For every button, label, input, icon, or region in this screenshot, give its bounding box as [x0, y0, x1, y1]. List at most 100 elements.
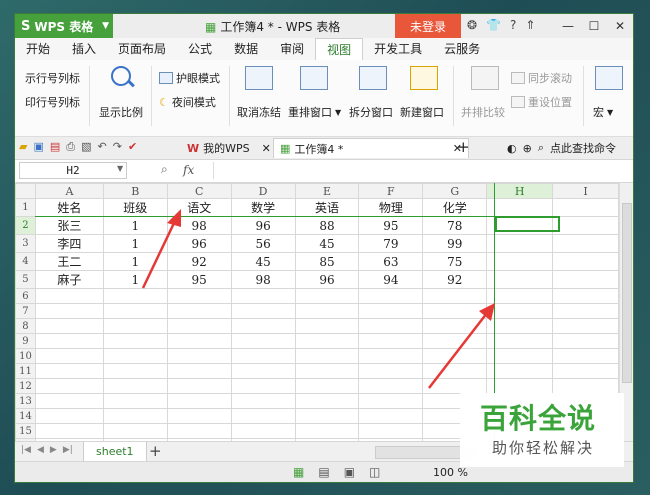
reset-position-button[interactable]: 重设位置 — [511, 94, 572, 110]
cell[interactable] — [294, 423, 360, 439]
pdf-icon[interactable]: ▤ — [50, 140, 60, 154]
cell[interactable] — [102, 333, 168, 349]
split-button[interactable]: 拆分窗口 — [349, 64, 395, 124]
cell[interactable]: 1 — [102, 252, 168, 271]
cell[interactable] — [552, 318, 619, 334]
menu-page-layout[interactable]: 页面布局 — [107, 38, 177, 60]
cell[interactable] — [166, 378, 232, 394]
cell[interactable] — [102, 348, 168, 364]
cell[interactable] — [34, 423, 104, 439]
scroll-thumb[interactable] — [622, 203, 632, 383]
cell[interactable] — [486, 378, 554, 394]
menu-data[interactable]: 数据 — [223, 38, 269, 60]
name-box[interactable]: H2 — [19, 162, 127, 179]
row-header[interactable]: 14 — [15, 408, 36, 424]
menu-formula[interactable]: 公式 — [177, 38, 223, 60]
login-button[interactable]: 未登录 — [395, 14, 461, 38]
cell[interactable]: 物理 — [358, 198, 424, 217]
cell[interactable] — [552, 252, 619, 271]
new-window-button[interactable]: 新建窗口 — [400, 64, 446, 124]
row-header[interactable]: 1 — [15, 198, 36, 217]
cell[interactable] — [294, 378, 360, 394]
cell[interactable] — [552, 198, 619, 217]
cell[interactable] — [230, 423, 296, 439]
app-menu-button[interactable]: S WPS 表格 ▼ — [15, 14, 113, 38]
add-sheet-icon[interactable]: + — [149, 442, 162, 460]
cell[interactable] — [166, 348, 232, 364]
cell[interactable] — [358, 363, 424, 379]
cell[interactable] — [166, 423, 232, 439]
row-header[interactable]: 6 — [15, 288, 36, 304]
cell[interactable]: 85 — [294, 252, 360, 271]
cell[interactable] — [358, 378, 424, 394]
tab-document[interactable]: ▦ 工作簿4 * ✕ — [273, 138, 469, 158]
cell[interactable] — [294, 393, 360, 409]
first-sheet-icon[interactable]: |◀ — [21, 445, 31, 455]
menu-review[interactable]: 审阅 — [269, 38, 315, 60]
cell[interactable] — [102, 363, 168, 379]
cell[interactable] — [552, 333, 619, 349]
cell[interactable] — [358, 288, 424, 304]
cell[interactable] — [102, 423, 168, 439]
next-sheet-icon[interactable]: ▶ — [50, 445, 57, 455]
cell[interactable] — [358, 303, 424, 319]
customize-icon[interactable]: ✔ — [128, 140, 137, 154]
unfreeze-button[interactable]: 取消冻结 — [237, 64, 283, 124]
cell[interactable]: 75 — [422, 252, 488, 271]
cell[interactable] — [230, 393, 296, 409]
column-header[interactable]: D — [230, 183, 296, 199]
cell[interactable] — [486, 303, 554, 319]
cell[interactable] — [166, 288, 232, 304]
selected-cell-h2[interactable] — [495, 216, 560, 232]
cell[interactable] — [34, 348, 104, 364]
cell[interactable]: 92 — [166, 252, 232, 271]
cell[interactable] — [230, 318, 296, 334]
column-header[interactable]: A — [34, 183, 104, 199]
row-header[interactable]: 13 — [15, 393, 36, 409]
cell[interactable] — [552, 363, 619, 379]
close-icon[interactable]: ✕ — [607, 14, 633, 38]
row-header[interactable]: 9 — [15, 333, 36, 349]
cell[interactable] — [486, 270, 554, 289]
cell[interactable] — [486, 252, 554, 271]
undo-icon[interactable]: ↶ — [98, 140, 107, 154]
cell[interactable] — [422, 288, 488, 304]
cell[interactable]: 78 — [422, 216, 488, 235]
row-header[interactable]: 4 — [15, 252, 36, 271]
zoom-formula-icon[interactable]: ⌕ — [161, 162, 168, 177]
search-icon[interactable]: ⌕ — [538, 141, 544, 155]
cell[interactable] — [102, 288, 168, 304]
column-header-selected[interactable]: H — [486, 183, 554, 199]
cell[interactable] — [358, 333, 424, 349]
row-header[interactable]: 11 — [15, 363, 36, 379]
cell[interactable] — [102, 318, 168, 334]
settings-icon[interactable]: ◐ — [507, 142, 517, 155]
menu-developer[interactable]: 开发工具 — [363, 38, 433, 60]
cell[interactable]: 化学 — [422, 198, 488, 217]
cell[interactable]: 92 — [422, 270, 488, 289]
cell[interactable] — [358, 318, 424, 334]
cell[interactable]: 班级 — [102, 198, 168, 217]
menu-view[interactable]: 视图 — [315, 38, 364, 60]
cell[interactable] — [486, 333, 554, 349]
cell[interactable] — [230, 378, 296, 394]
cell[interactable]: 96 — [166, 234, 232, 253]
cell[interactable]: 98 — [166, 216, 232, 235]
cell[interactable]: 语文 — [166, 198, 232, 217]
cell[interactable]: 1 — [102, 270, 168, 289]
row-header[interactable]: 3 — [15, 234, 36, 253]
cell[interactable] — [358, 423, 424, 439]
sync-scroll-button[interactable]: 同步滚动 — [511, 70, 572, 86]
column-header[interactable]: G — [422, 183, 488, 199]
cell[interactable]: 1 — [102, 234, 168, 253]
column-header[interactable]: E — [294, 183, 360, 199]
last-sheet-icon[interactable]: ▶| — [63, 445, 73, 455]
menu-insert[interactable]: 插入 — [61, 38, 107, 60]
cell[interactable] — [294, 363, 360, 379]
cell[interactable]: 94 — [358, 270, 424, 289]
cell[interactable] — [166, 318, 232, 334]
column-header[interactable]: B — [102, 183, 168, 199]
cell[interactable] — [166, 363, 232, 379]
cell[interactable] — [34, 393, 104, 409]
formula-input[interactable] — [213, 162, 628, 179]
